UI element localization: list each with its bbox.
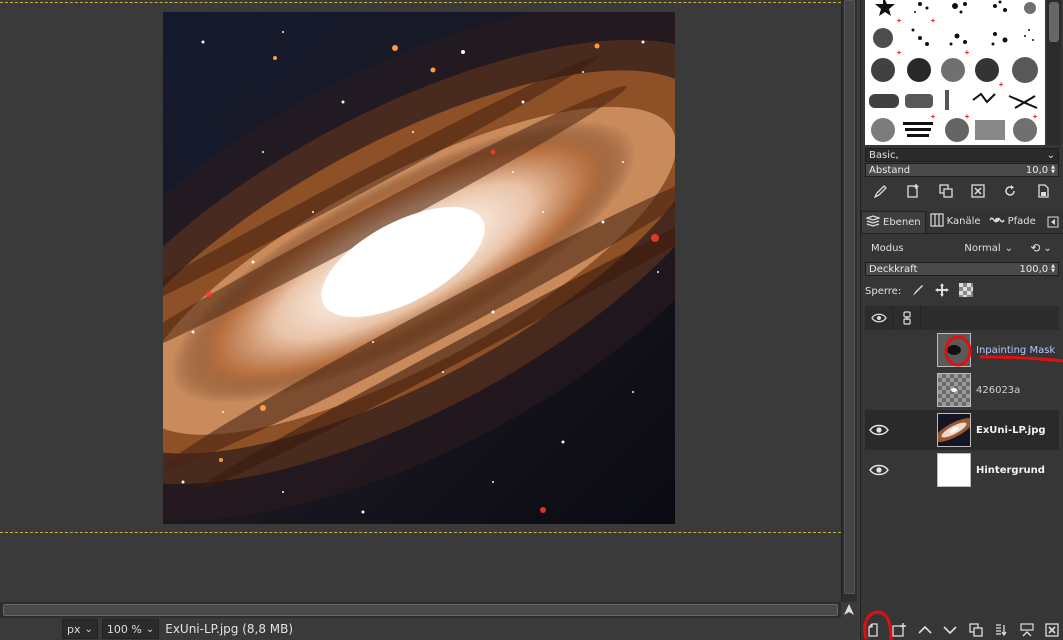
mode-value: Normal bbox=[964, 242, 1001, 254]
visibility-column-eye-icon[interactable] bbox=[865, 306, 893, 330]
chevron-down-icon: ⌄ bbox=[1004, 242, 1013, 254]
layer-chain-toggle[interactable] bbox=[893, 370, 937, 410]
new-layer-group-icon[interactable] bbox=[890, 621, 908, 639]
tab-paths[interactable]: Pfade bbox=[985, 211, 1040, 233]
spin-arrows-icon[interactable]: ▲ ▼ bbox=[1051, 264, 1055, 274]
layer-thumbnail-transparent bbox=[937, 373, 971, 407]
navigate-icon[interactable] bbox=[841, 602, 857, 618]
anchor-mask-icon[interactable] bbox=[1018, 621, 1036, 639]
paths-icon bbox=[988, 214, 1005, 229]
tab-paths-label: Pfade bbox=[1007, 216, 1036, 227]
mode-label: Modus bbox=[871, 242, 904, 254]
tab-layers[interactable]: Ebenen bbox=[861, 210, 926, 233]
layer-row-exuni-lp[interactable]: ExUni-LP.jpg bbox=[865, 410, 1059, 450]
layer-visibility-toggle[interactable] bbox=[865, 330, 893, 370]
galaxy-image[interactable] bbox=[163, 12, 675, 524]
duplicate-layer-icon[interactable] bbox=[967, 621, 985, 639]
opacity-spinbox[interactable]: Deckkraft 100,0 ▲ ▼ bbox=[865, 262, 1059, 276]
lock-pixels-icon[interactable] bbox=[911, 283, 925, 300]
lock-position-icon[interactable] bbox=[935, 282, 950, 300]
layer-thumbnail-galaxy bbox=[937, 413, 971, 447]
layer-name[interactable]: ExUni-LP.jpg bbox=[976, 425, 1046, 436]
brush-thumbnails bbox=[869, 0, 1038, 142]
status-file-info: ExUni-LP.jpg (8,8 MB) bbox=[165, 622, 294, 636]
composite-mode-icon: ⟲ bbox=[1030, 241, 1041, 255]
layer-row-426023a[interactable]: 426023a bbox=[865, 370, 1059, 410]
brush-toolbar bbox=[865, 180, 1059, 202]
layer-thumbnail-mask bbox=[937, 333, 971, 367]
chevron-down-icon: ⌄ bbox=[1043, 242, 1052, 254]
raise-layer-icon[interactable] bbox=[916, 621, 934, 639]
delete-layer-icon[interactable] bbox=[1043, 621, 1061, 639]
chevron-down-icon: ⌄ bbox=[145, 623, 155, 635]
chevron-down-icon: ⌄ bbox=[1046, 149, 1055, 161]
horizontal-scrollbar-thumb[interactable] bbox=[3, 604, 838, 616]
layer-name[interactable]: Inpainting Mask bbox=[976, 345, 1055, 356]
brush-scrollbar[interactable] bbox=[1047, 0, 1061, 145]
layer-chain-toggle[interactable] bbox=[893, 330, 937, 370]
brush-preset-select[interactable]: Basic, ⌄ bbox=[865, 148, 1059, 162]
dock-menu-icon[interactable] bbox=[1046, 216, 1060, 228]
galaxy-image-drawing bbox=[163, 12, 675, 524]
new-brush-icon[interactable] bbox=[903, 181, 923, 201]
horizontal-scrollbar[interactable] bbox=[0, 602, 841, 618]
composite-mode-select[interactable]: ⟲ ⌄ bbox=[1021, 241, 1061, 255]
lock-alpha-icon[interactable] bbox=[959, 282, 974, 300]
merge-layer-icon[interactable] bbox=[992, 621, 1010, 639]
zoom-value: 100 % bbox=[106, 622, 142, 636]
opacity-label: Deckkraft bbox=[869, 263, 918, 275]
mode-select[interactable]: Normal ⌄ bbox=[919, 238, 1017, 258]
spacing-label: Abstand bbox=[869, 164, 911, 176]
layer-chain-toggle[interactable] bbox=[893, 450, 937, 490]
vertical-scrollbar[interactable] bbox=[841, 0, 857, 602]
edit-brush-icon[interactable] bbox=[871, 181, 891, 201]
brush-grid[interactable] bbox=[865, 0, 1045, 145]
spin-arrows-icon[interactable]: ▲ ▼ bbox=[1051, 165, 1055, 175]
brush-scrollbar-thumb[interactable] bbox=[1049, 2, 1059, 42]
vertical-scrollbar-thumb[interactable] bbox=[844, 0, 855, 594]
eye-icon[interactable] bbox=[865, 450, 893, 490]
zoom-select[interactable]: 100 % ⌄ bbox=[101, 619, 160, 639]
new-layer-icon[interactable] bbox=[865, 621, 883, 639]
channels-icon bbox=[930, 213, 944, 230]
layer-row-hintergrund[interactable]: Hintergrund bbox=[865, 450, 1059, 490]
layer-toolbar bbox=[865, 620, 1061, 640]
canvas-area[interactable] bbox=[0, 0, 841, 602]
tab-channels-label: Kanäle bbox=[946, 216, 981, 227]
dock-tabs: Ebenen Kanäle Pfade bbox=[861, 210, 1063, 234]
layer-visibility-toggle[interactable] bbox=[865, 370, 893, 410]
chevron-down-icon: ⌄ bbox=[84, 623, 93, 635]
spacing-value: 10,0 bbox=[1025, 164, 1049, 176]
layer-mode-row: Modus Normal ⌄ ⟲ ⌄ bbox=[865, 238, 1061, 258]
chain-column-icon[interactable] bbox=[893, 306, 921, 330]
layer-name[interactable]: Hintergrund bbox=[976, 465, 1045, 476]
brush-preset-value: Basic, bbox=[869, 149, 899, 161]
tab-channels[interactable]: Kanäle bbox=[926, 211, 985, 233]
layer-list-header bbox=[865, 306, 1059, 330]
layer-name[interactable]: 426023a bbox=[976, 385, 1020, 396]
eye-icon[interactable] bbox=[865, 410, 893, 450]
tab-layers-label: Ebenen bbox=[883, 216, 921, 228]
layer-thumbnail-white bbox=[937, 453, 971, 487]
unit-select[interactable]: px ⌄ bbox=[62, 619, 98, 639]
delete-brush-icon[interactable] bbox=[968, 181, 988, 201]
duplicate-brush-icon[interactable] bbox=[936, 181, 956, 201]
spacing-spinbox[interactable]: Abstand 10,0 ▲ ▼ bbox=[865, 163, 1059, 177]
layers-icon bbox=[864, 214, 882, 230]
gimp-window: px ⌄ 100 % ⌄ ExUni-LP.jpg (8,8 MB) Basic… bbox=[0, 0, 1063, 640]
lower-layer-icon[interactable] bbox=[941, 621, 959, 639]
lock-label: Sperre: bbox=[865, 285, 902, 297]
right-dock: Basic, ⌄ Abstand 10,0 ▲ ▼ Ebenen Kanäle … bbox=[860, 0, 1063, 640]
unit-value: px bbox=[67, 622, 81, 636]
opacity-value: 100,0 bbox=[1019, 263, 1049, 275]
layer-chain-toggle[interactable] bbox=[893, 410, 937, 450]
layer-list[interactable]: Inpainting Mask 426023a ExUni-LP.jpg Hin… bbox=[865, 330, 1059, 490]
layer-row-inpainting-mask[interactable]: Inpainting Mask bbox=[865, 330, 1059, 370]
status-bar: px ⌄ 100 % ⌄ ExUni-LP.jpg (8,8 MB) bbox=[0, 618, 857, 640]
refresh-brushes-icon[interactable] bbox=[1000, 181, 1020, 201]
lock-row: Sperre: bbox=[865, 282, 974, 300]
open-brush-file-icon[interactable] bbox=[1033, 181, 1053, 201]
